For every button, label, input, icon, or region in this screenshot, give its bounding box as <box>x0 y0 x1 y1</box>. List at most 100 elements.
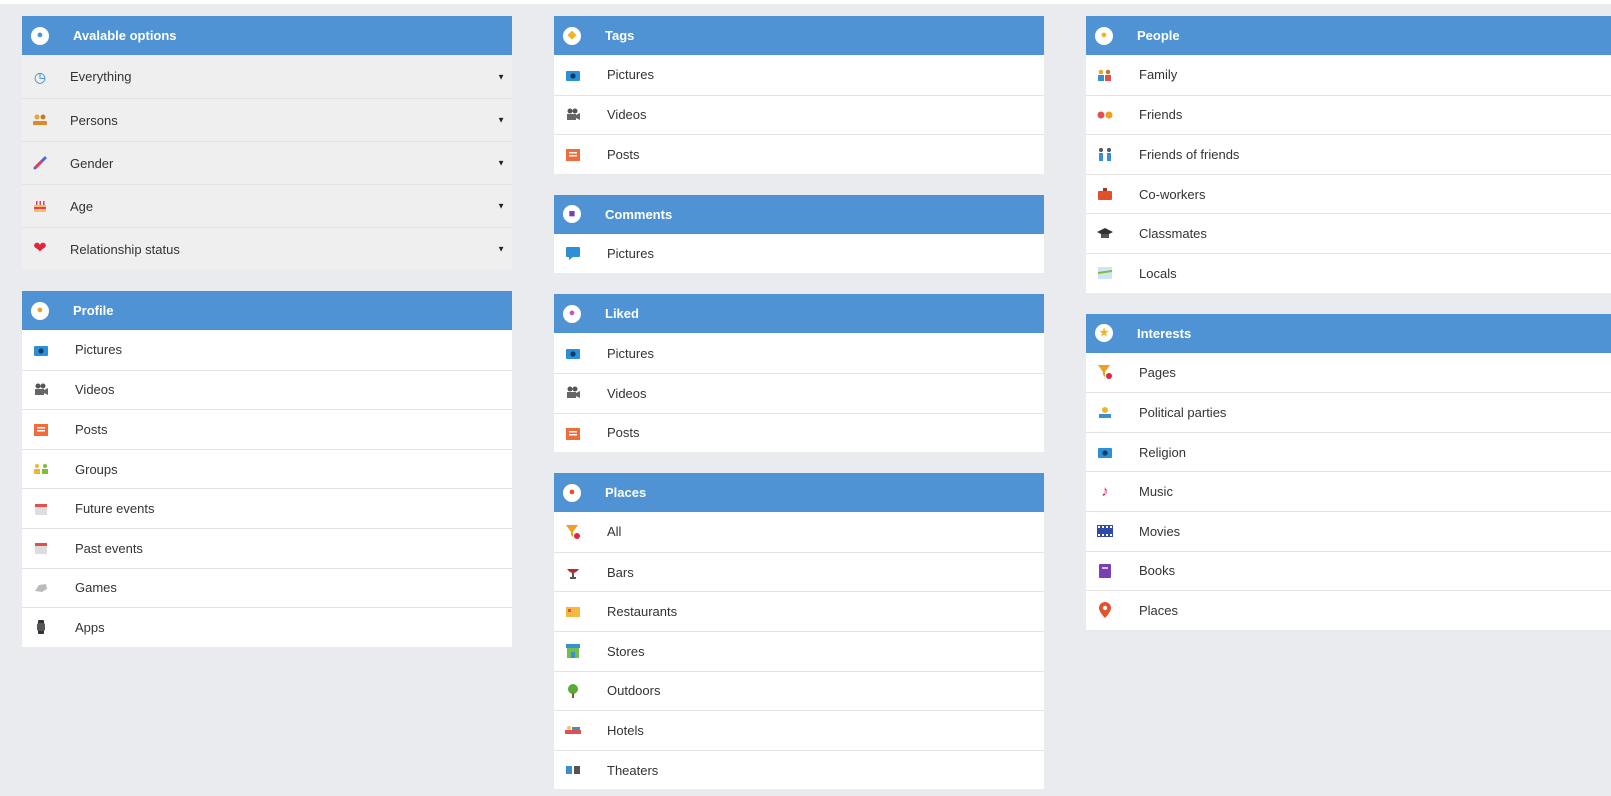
places-item-label: All <box>607 524 622 540</box>
places-item-hotels[interactable]: Hotels <box>554 710 1044 750</box>
info-icon: ● <box>31 26 49 45</box>
interests-item-books[interactable]: Books <box>1086 550 1611 591</box>
comments-item-pictures[interactable]: Pictures <box>554 233 1044 274</box>
profile-item-label: Videos <box>75 382 115 398</box>
places-item-theaters[interactable]: Theaters <box>554 749 1044 790</box>
places-item-all[interactable]: All <box>554 512 1044 552</box>
profile-item-label: Apps <box>75 619 105 635</box>
tags-item-label: Pictures <box>607 67 654 83</box>
family-icon <box>1097 67 1113 83</box>
option-everything[interactable]: ◷ Everything ▼ <box>22 55 512 98</box>
comments-panel: ■ Comments Pictures <box>554 194 1044 274</box>
cake-icon <box>32 198 48 214</box>
tags-item-label: Posts <box>607 146 640 162</box>
available-options-header: ● Avalable options <box>22 16 512 55</box>
people-item-label: Friends <box>1139 107 1183 123</box>
gender-icon <box>32 155 48 171</box>
music-note-icon: ♪ <box>1101 483 1109 501</box>
people-item-classmates[interactable]: Classmates <box>1086 213 1611 253</box>
liked-panel: ● Liked Pictures Videos Posts <box>554 294 1044 453</box>
liked-item-videos[interactable]: Videos <box>554 372 1044 413</box>
persons-icon <box>32 112 48 128</box>
profile-item-apps[interactable]: Apps <box>22 607 512 647</box>
profile-item-videos[interactable]: Videos <box>22 369 512 410</box>
column-right: ● People Family Friends Friends of frien… <box>1086 16 1611 651</box>
available-options-panel: ● Avalable options ◷ Everything ▼ Person… <box>22 16 512 270</box>
tree-icon <box>565 683 581 699</box>
interests-title: Interests <box>1137 325 1192 341</box>
tags-panel: ◆ Tags Pictures Videos Posts <box>554 16 1044 174</box>
interests-item-movies[interactable]: Movies <box>1086 510 1611 551</box>
places-item-stores[interactable]: Stores <box>554 630 1044 671</box>
bed-icon <box>565 722 581 738</box>
profile-item-posts[interactable]: Posts <box>22 409 512 449</box>
tags-item-posts[interactable]: Posts <box>554 134 1044 174</box>
option-relationship-status[interactable]: ❤ Relationship status ▼ <box>22 227 512 270</box>
dropdown-caret-icon[interactable]: ▼ <box>497 72 505 81</box>
option-age[interactable]: Age ▼ <box>22 184 512 227</box>
people-item-co-workers[interactable]: Co-workers <box>1086 173 1611 214</box>
liked-item-pictures[interactable]: Pictures <box>554 333 1044 373</box>
camera-icon <box>565 67 581 83</box>
dropdown-caret-icon[interactable]: ▼ <box>497 116 505 125</box>
video-camera-icon <box>565 107 581 123</box>
people-title: People <box>1137 28 1180 43</box>
interests-item-political-parties[interactable]: Political parties <box>1086 392 1611 432</box>
groups-icon <box>33 461 49 477</box>
option-label: Relationship status <box>70 241 180 257</box>
interests-item-label: Political parties <box>1139 404 1227 420</box>
profile-panel: ● Profile Pictures Videos Posts Groups F… <box>22 291 512 647</box>
profile-item-future-events[interactable]: Future events <box>22 488 512 528</box>
people-panel: ● People Family Friends Friends of frien… <box>1086 16 1611 293</box>
filter-icon <box>565 524 581 540</box>
clock-icon: ◷ <box>33 68 47 85</box>
graduation-cap-icon <box>1097 226 1113 242</box>
dropdown-caret-icon[interactable]: ▼ <box>497 245 505 254</box>
liked-item-label: Pictures <box>607 345 654 361</box>
camera-icon <box>565 345 581 361</box>
interests-item-religion[interactable]: Religion <box>1086 431 1611 472</box>
interests-item-music[interactable]: ♪ Music <box>1086 471 1611 511</box>
location-icon <box>1097 602 1113 619</box>
places-item-restaurants[interactable]: Restaurants <box>554 591 1044 631</box>
option-persons[interactable]: Persons ▼ <box>22 98 512 141</box>
option-gender[interactable]: Gender ▼ <box>22 141 512 184</box>
tags-header: ◆ Tags <box>554 16 1044 55</box>
profile-item-pictures[interactable]: Pictures <box>22 330 512 370</box>
people-item-label: Co-workers <box>1139 186 1206 202</box>
political-icon <box>1097 404 1113 420</box>
tags-item-pictures[interactable]: Pictures <box>554 55 1044 95</box>
people-item-friends-of-friends[interactable]: Friends of friends <box>1086 134 1611 174</box>
filter-icon <box>1097 364 1113 380</box>
interests-header: ★ Interests <box>1086 313 1611 353</box>
interests-item-pages[interactable]: Pages <box>1086 352 1611 393</box>
profile-item-groups[interactable]: Groups <box>22 448 512 489</box>
places-item-label: Bars <box>607 564 634 580</box>
places-item-label: Restaurants <box>607 604 678 620</box>
places-item-label: Theaters <box>607 762 659 778</box>
interests-panel: ★ Interests Pages Political parties Reli… <box>1086 313 1611 630</box>
people-item-locals[interactable]: Locals <box>1086 252 1611 293</box>
camera-icon <box>33 342 49 358</box>
posts-icon <box>565 425 581 441</box>
people-header: ● People <box>1086 16 1611 55</box>
places-item-bars[interactable]: Bars <box>554 551 1044 592</box>
people-item-family[interactable]: Family <box>1086 55 1611 95</box>
tag-icon: ◆ <box>563 26 581 45</box>
people-item-label: Locals <box>1139 265 1177 281</box>
option-label: Age <box>70 198 94 214</box>
profile-item-games[interactable]: Games <box>22 567 512 608</box>
liked-item-posts[interactable]: Posts <box>554 412 1044 453</box>
comments-item-label: Pictures <box>607 246 654 262</box>
people-item-friends[interactable]: Friends <box>1086 94 1611 135</box>
profile-item-past-events[interactable]: Past events <box>22 527 512 568</box>
places-item-outdoors[interactable]: Outdoors <box>554 670 1044 711</box>
dropdown-caret-icon[interactable]: ▼ <box>497 159 505 168</box>
dropdown-caret-icon[interactable]: ▼ <box>497 202 505 211</box>
interests-item-label: Places <box>1139 602 1179 618</box>
people-item-label: Classmates <box>1139 226 1207 242</box>
heart-icon: ❤ <box>33 240 47 257</box>
interests-item-places[interactable]: Places <box>1086 590 1611 630</box>
people-item-label: Friends of friends <box>1139 146 1240 162</box>
tags-item-videos[interactable]: Videos <box>554 94 1044 135</box>
